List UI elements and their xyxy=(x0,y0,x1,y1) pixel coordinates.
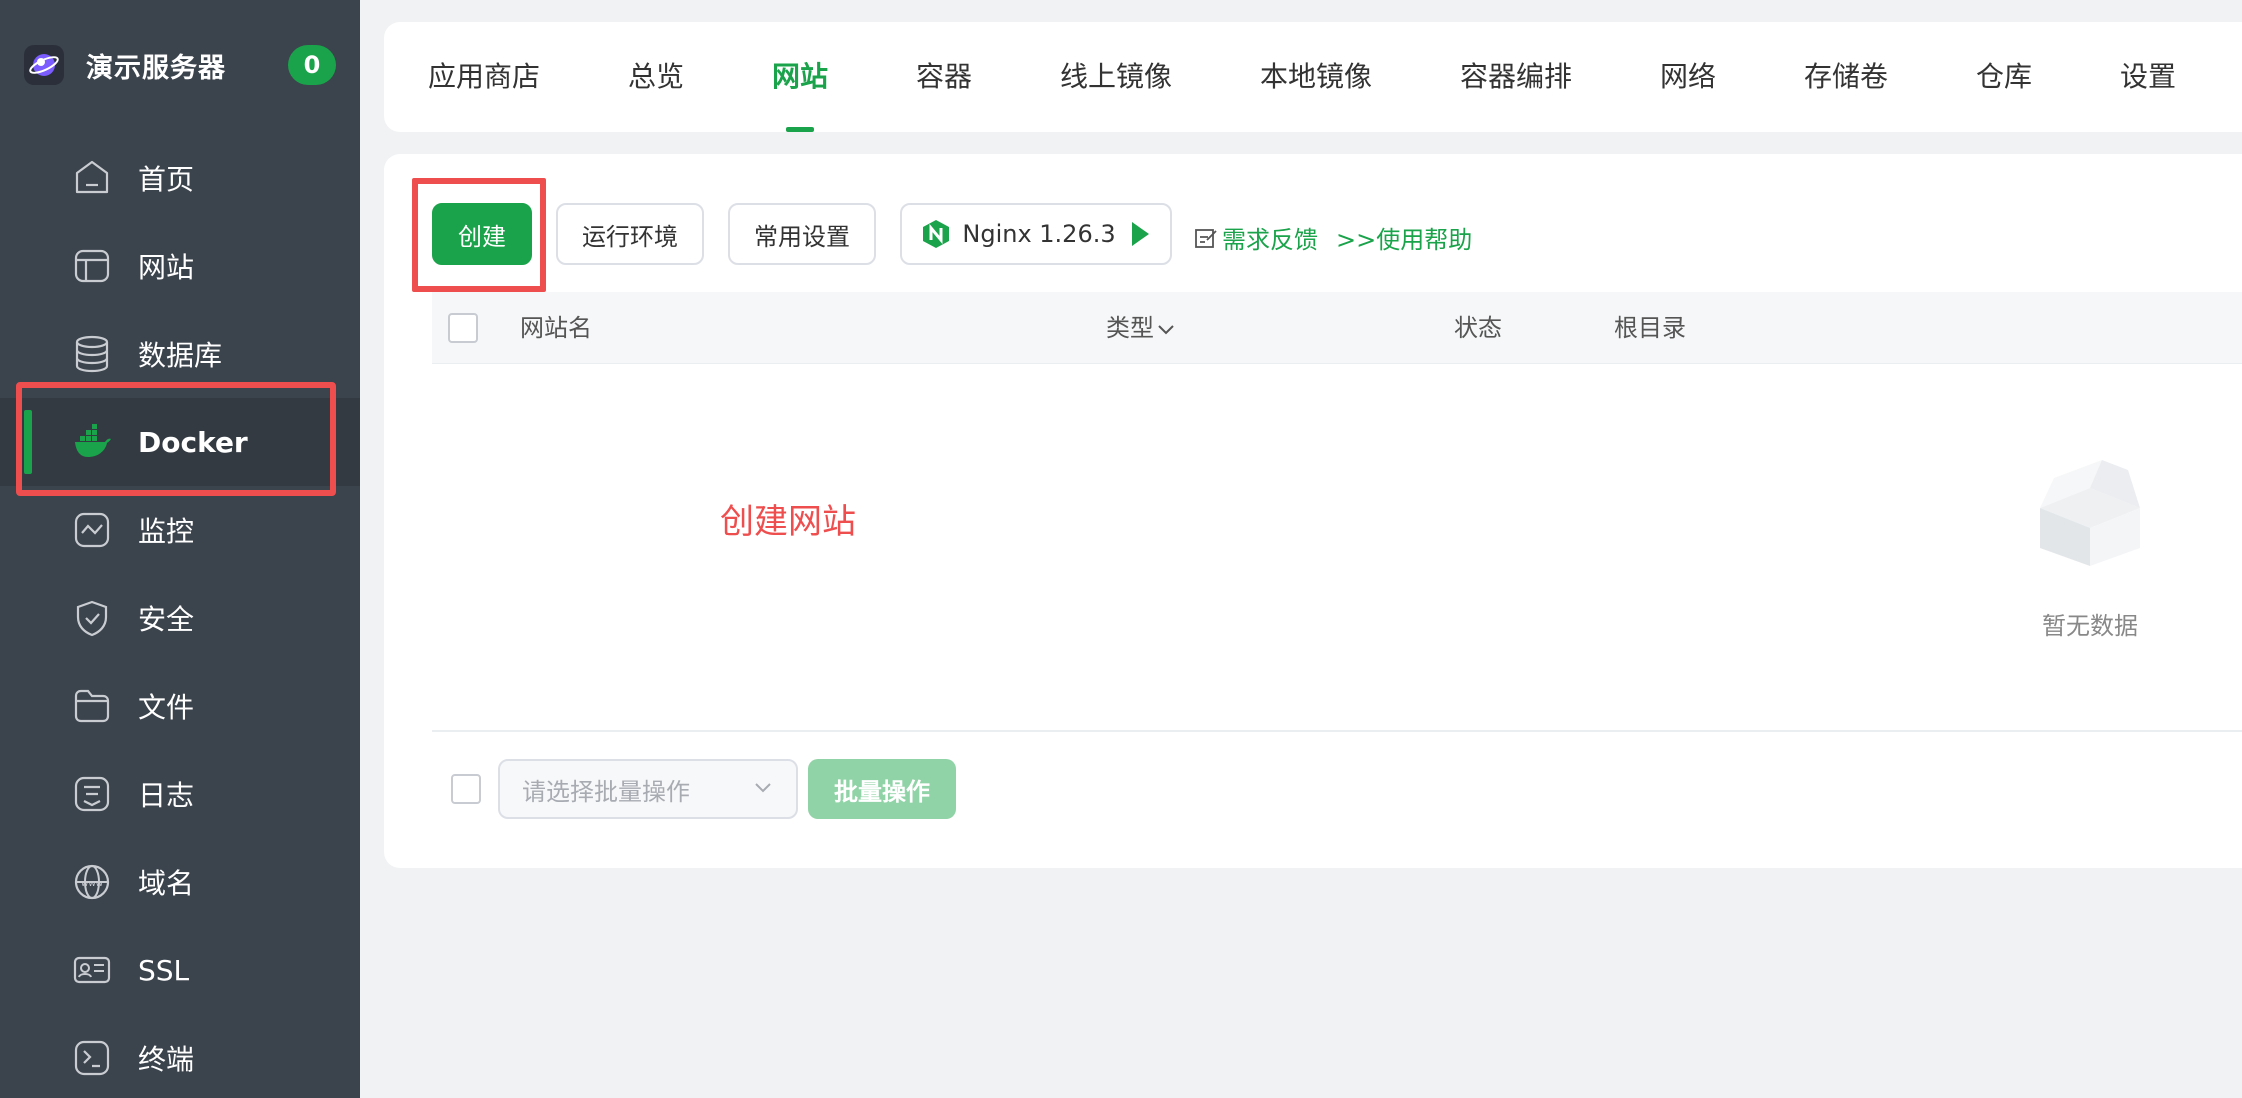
feedback-label: 需求反馈 xyxy=(1222,226,1318,254)
monitor-icon xyxy=(72,510,112,550)
select-all-checkbox[interactable] xyxy=(448,313,478,343)
svg-text:www: www xyxy=(81,879,103,889)
sidebar-item-security[interactable]: 安全 xyxy=(0,574,360,662)
database-icon xyxy=(72,334,112,374)
log-icon xyxy=(72,774,112,814)
sidebar-item-database[interactable]: 数据库 xyxy=(0,310,360,398)
edit-note-icon xyxy=(1194,226,1218,250)
common-settings-button[interactable]: 常用设置 xyxy=(728,203,876,265)
runtime-button[interactable]: 运行环境 xyxy=(556,203,704,265)
sidebar-item-label: 文件 xyxy=(138,691,195,724)
tab-repository[interactable]: 仓库 xyxy=(1976,22,2032,132)
sidebar-item-logs[interactable]: 日志 xyxy=(0,750,360,838)
certificate-icon xyxy=(72,950,112,990)
tab-website[interactable]: 网站 xyxy=(772,22,828,132)
table-footer-divider xyxy=(432,730,2242,732)
terminal-icon xyxy=(72,1038,112,1078)
table-header: 网站名 类型 状态 根目录 xyxy=(432,292,2242,364)
sidebar-item-domain[interactable]: www 域名 xyxy=(0,838,360,926)
tab-network[interactable]: 网络 xyxy=(1660,22,1716,132)
empty-data-text: 暂无数据 xyxy=(2042,612,2138,640)
tab-online-images[interactable]: 线上镜像 xyxy=(1060,22,1172,132)
sidebar-item-label: 域名 xyxy=(138,867,195,900)
sidebar-item-docker[interactable]: Docker xyxy=(0,398,360,486)
sidebar: 演示服务器 0 首页 网站 数据库 Docker 监控 安全 文件 日志 www… xyxy=(0,0,360,1098)
sidebar-item-label: 监控 xyxy=(138,515,195,548)
create-button[interactable]: 创建 xyxy=(432,203,532,265)
column-type-label: 类型 xyxy=(1106,314,1154,342)
tab-overview[interactable]: 总览 xyxy=(628,22,684,132)
brand[interactable]: 演示服务器 0 xyxy=(24,40,336,90)
folder-icon xyxy=(72,686,112,726)
help-link[interactable]: >>使用帮助 xyxy=(1336,220,1472,255)
sidebar-item-label: 网站 xyxy=(138,251,195,284)
tab-containers[interactable]: 容器 xyxy=(916,22,972,132)
tab-volumes[interactable]: 存储卷 xyxy=(1804,22,1888,132)
column-root-dir: 根目录 xyxy=(1614,314,1686,342)
website-icon xyxy=(72,246,112,286)
sidebar-item-label: Docker xyxy=(138,425,248,459)
sidebar-item-website[interactable]: 网站 xyxy=(0,222,360,310)
sidebar-item-terminal[interactable]: 终端 xyxy=(0,1014,360,1098)
sidebar-menu: 首页 网站 数据库 Docker 监控 安全 文件 日志 www 域名 SSL … xyxy=(0,134,360,1098)
sidebar-item-files[interactable]: 文件 xyxy=(0,662,360,750)
sidebar-item-label: 安全 xyxy=(138,603,195,636)
server-badge: 0 xyxy=(288,45,336,85)
batch-select-placeholder: 请选择批量操作 xyxy=(522,777,690,806)
chevron-down-icon xyxy=(752,777,774,805)
batch-operation-select[interactable]: 请选择批量操作 xyxy=(498,759,798,819)
column-website-name: 网站名 xyxy=(520,314,592,342)
globe-icon: www xyxy=(72,862,112,902)
tab-app-store[interactable]: 应用商店 xyxy=(428,22,540,132)
brand-logo-icon xyxy=(24,45,64,85)
create-website-annotation: 创建网站 xyxy=(720,502,856,542)
sidebar-item-ssl[interactable]: SSL xyxy=(0,926,360,1014)
chevron-down-icon xyxy=(1156,293,1176,365)
sidebar-item-label: 日志 xyxy=(138,779,195,812)
server-name: 演示服务器 xyxy=(86,52,226,84)
batch-operation-button[interactable]: 批量操作 xyxy=(808,759,956,819)
sidebar-item-label: 数据库 xyxy=(138,339,223,372)
nginx-status-button[interactable]: Nginx 1.26.3 xyxy=(900,203,1172,265)
column-status: 状态 xyxy=(1454,314,1502,342)
tab-local-images[interactable]: 本地镜像 xyxy=(1260,22,1372,132)
feedback-link[interactable]: 需求反馈 xyxy=(1194,220,1318,255)
column-type[interactable]: 类型 xyxy=(1106,292,1176,364)
batch-select-checkbox[interactable] xyxy=(451,774,481,804)
nginx-icon xyxy=(922,219,950,249)
sidebar-item-monitor[interactable]: 监控 xyxy=(0,486,360,574)
sidebar-item-label: 首页 xyxy=(138,163,195,196)
tab-compose[interactable]: 容器编排 xyxy=(1460,22,1572,132)
tab-settings[interactable]: 设置 xyxy=(2120,22,2176,132)
nginx-version: Nginx 1.26.3 xyxy=(962,220,1116,248)
play-icon[interactable] xyxy=(1130,221,1150,247)
docker-icon xyxy=(72,422,112,462)
sidebar-item-home[interactable]: 首页 xyxy=(0,134,360,222)
sidebar-item-label: SSL xyxy=(138,953,190,987)
shield-icon xyxy=(72,598,112,638)
top-tabs: 应用商店 总览 网站 容器 线上镜像 本地镜像 容器编排 网络 存储卷 仓库 设… xyxy=(384,22,2242,132)
home-icon xyxy=(72,158,112,198)
sidebar-item-label: 终端 xyxy=(138,1043,195,1076)
